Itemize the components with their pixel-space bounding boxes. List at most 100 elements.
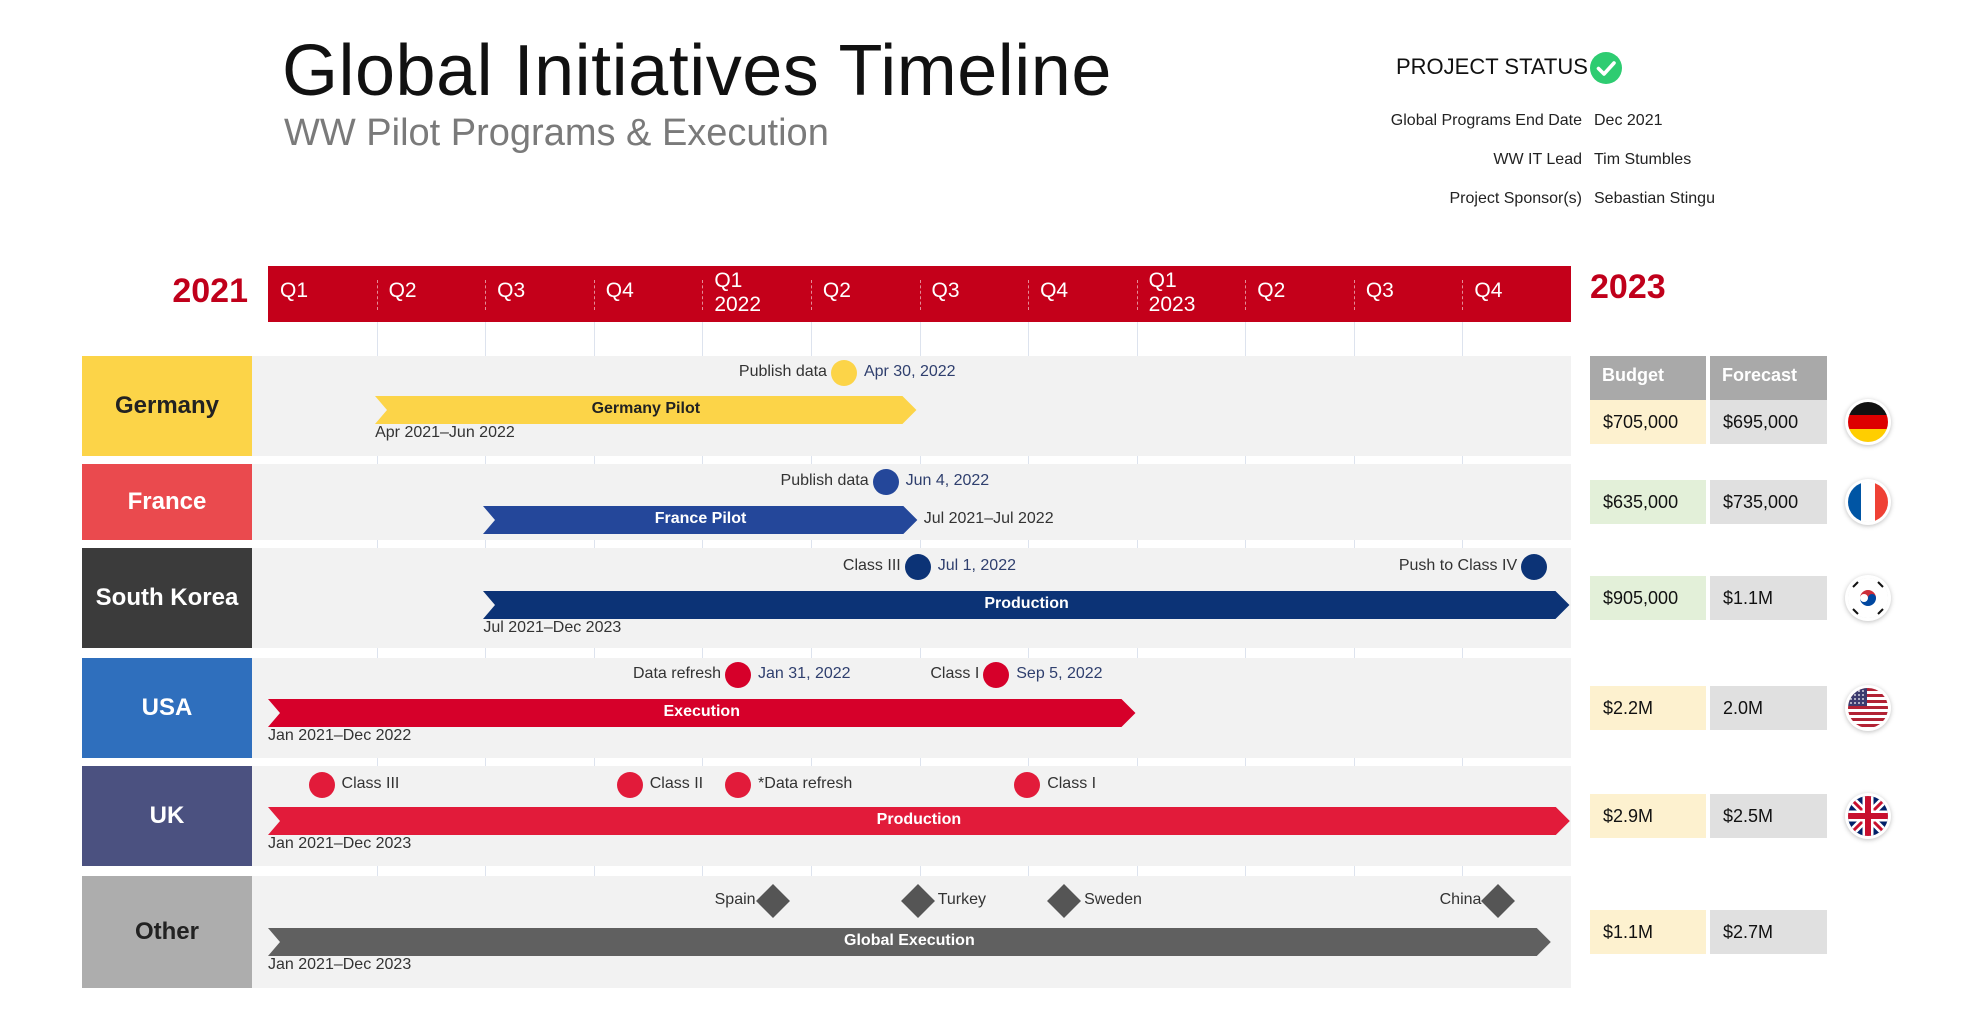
- forecast-cell: $1.1M: [1710, 576, 1827, 620]
- timeline-bar-label: Germany Pilot: [591, 400, 701, 417]
- quarter-gridline: [593, 322, 595, 988]
- milestone-dot[interactable]: [830, 360, 857, 386]
- row-label-south-korea: South Korea: [82, 548, 252, 648]
- page-title: Global Initiatives Timeline: [282, 31, 1112, 111]
- quarter-label: Q3: [1365, 279, 1394, 302]
- timeline-bar[interactable]: [483, 591, 1571, 619]
- row-background: [252, 876, 1571, 988]
- milestone-date: Jul 1, 2022: [937, 557, 1016, 574]
- quarter-label: Q2: [388, 279, 417, 302]
- milestone-diamond[interactable]: [755, 884, 790, 918]
- bar-date-range: Apr 2021–Jun 2022: [375, 424, 515, 441]
- milestone-label: Class III: [842, 557, 901, 574]
- quarter-label: Q1 2022: [714, 269, 762, 316]
- timeline-bar-label: France Pilot: [654, 510, 747, 527]
- milestone-date: Apr 30, 2022: [863, 363, 956, 380]
- timeline-bar[interactable]: [375, 396, 918, 424]
- milestone-label: Sweden: [1084, 891, 1142, 908]
- status-label-it-lead: WW IT Lead: [1493, 151, 1582, 168]
- milestone-label: Class II: [649, 775, 704, 792]
- quarter-separator: [1245, 280, 1247, 310]
- milestone-label: Publish data: [780, 472, 869, 489]
- page-subtitle: WW Pilot Programs & Execution: [284, 112, 829, 154]
- status-value-sponsor: Sebastian Stingu: [1594, 190, 1715, 207]
- quarter-separator: [376, 280, 378, 310]
- quarter-gridline: [1245, 322, 1247, 988]
- milestone-diamond[interactable]: [1047, 884, 1082, 918]
- row-label-france: France: [82, 464, 252, 540]
- project-status-heading: PROJECT STATUS: [1396, 54, 1588, 79]
- forecast-cell: $695,000: [1710, 400, 1827, 444]
- row-label-other: Other: [82, 876, 252, 988]
- milestone-dot[interactable]: [1014, 772, 1041, 798]
- quarter-label: Q1 2023: [1148, 269, 1196, 316]
- uk-flag: [1848, 796, 1888, 836]
- quarter-label: Q2: [822, 279, 851, 302]
- milestone-date: Sep 5, 2022: [1016, 665, 1103, 682]
- timeline-bar[interactable]: [483, 506, 919, 534]
- milestone-dot[interactable]: [308, 772, 335, 798]
- budget-cell: $1.1M: [1590, 910, 1706, 954]
- milestone-dot[interactable]: [725, 772, 752, 798]
- usa-flag: [1848, 688, 1888, 728]
- status-label-end-date: Global Programs End Date: [1390, 112, 1582, 129]
- row-label-usa: USA: [82, 658, 252, 758]
- milestone-label: Spain: [714, 891, 756, 908]
- timeline-bar[interactable]: [268, 807, 1572, 835]
- milestone-label: Class III: [341, 775, 400, 792]
- quarter-label: Q1: [280, 279, 309, 302]
- check-circle-icon: [1590, 52, 1622, 84]
- timeline-bar-shape: [483, 506, 918, 534]
- forecast-cell: $735,000: [1710, 480, 1827, 524]
- row-label-uk: UK: [82, 766, 252, 866]
- milestone-dot[interactable]: [904, 554, 931, 580]
- timeline-bar-label: Production: [984, 595, 1069, 612]
- milestone-dot[interactable]: [725, 662, 752, 688]
- timeline-bar-label: Production: [876, 811, 962, 828]
- status-label-sponsor: Project Sponsor(s): [1449, 190, 1583, 207]
- milestone-label: Data refresh: [633, 665, 722, 682]
- timeline-bar-shape: [375, 396, 917, 424]
- milestone-label: China: [1439, 891, 1482, 908]
- row-background: [252, 356, 1571, 456]
- quarter-label: Q2: [1257, 279, 1286, 302]
- status-value-end-date: Dec 2021: [1594, 112, 1663, 129]
- milestone-label: Publish data: [738, 363, 827, 380]
- timeline-bar-label: Global Execution: [844, 932, 975, 949]
- forecast-cell: 2.0M: [1710, 686, 1827, 730]
- quarter-separator: [593, 280, 595, 310]
- quarter-gridline: [1028, 322, 1030, 988]
- milestone-label: Push to Class IV: [1398, 557, 1518, 574]
- quarter-separator: [485, 280, 487, 310]
- milestone-dot[interactable]: [1521, 554, 1548, 580]
- milestone-diamond[interactable]: [1481, 884, 1516, 918]
- quarter-separator: [1136, 280, 1138, 310]
- quarter-separator: [810, 280, 812, 310]
- row-label-germany: Germany: [82, 356, 252, 456]
- quarter-gridline: [702, 322, 704, 988]
- quarter-gridline: [1462, 322, 1464, 988]
- milestone-label: *Data refresh: [758, 775, 853, 792]
- milestone-dot[interactable]: [983, 662, 1010, 688]
- timeline-bar[interactable]: [268, 928, 1553, 956]
- bar-date-range: Jul 2021–Jul 2022: [923, 510, 1054, 527]
- budget-cell: $635,000: [1590, 480, 1706, 524]
- bar-date-range: Jan 2021–Dec 2023: [268, 956, 412, 973]
- milestone-date: Jan 31, 2022: [758, 665, 851, 682]
- timeline-bar[interactable]: [268, 699, 1137, 727]
- quarter-gridline: [485, 322, 487, 988]
- milestone-dot[interactable]: [616, 772, 643, 798]
- france-flag: [1848, 482, 1888, 522]
- milestone-label: Class I: [930, 665, 980, 682]
- milestone-label: Turkey: [937, 891, 987, 908]
- forecast-column-header: Forecast: [1710, 356, 1827, 400]
- quarter-label: Q4: [1474, 279, 1503, 302]
- quarter-gridline: [1136, 322, 1138, 988]
- timeline-bar-shape: [268, 699, 1136, 727]
- milestone-diamond[interactable]: [900, 884, 935, 918]
- timeline-bar-shape: [268, 928, 1551, 956]
- milestone-dot[interactable]: [872, 469, 899, 495]
- milestone-date: Jun 4, 2022: [905, 472, 990, 489]
- row-background: [252, 548, 1571, 648]
- quarter-label: Q3: [931, 279, 960, 302]
